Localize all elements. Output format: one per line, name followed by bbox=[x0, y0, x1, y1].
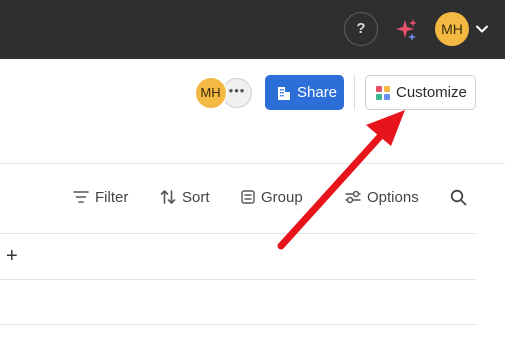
toolbar-divider bbox=[0, 233, 476, 234]
sparkle-icon[interactable] bbox=[394, 17, 420, 43]
collaborator-avatar[interactable]: MH bbox=[194, 76, 227, 109]
building-icon bbox=[278, 86, 290, 100]
collaborator-initials: MH bbox=[200, 84, 221, 100]
sort-label: Sort bbox=[182, 188, 210, 206]
user-avatar[interactable]: MH bbox=[435, 12, 469, 46]
options-label: Options bbox=[367, 188, 419, 206]
share-label: Share bbox=[297, 84, 338, 101]
group-button[interactable]: Group bbox=[241, 186, 303, 208]
group-icon bbox=[241, 190, 255, 204]
group-label: Group bbox=[261, 188, 303, 206]
share-button[interactable]: Share bbox=[265, 75, 344, 110]
add-row-button[interactable]: + bbox=[6, 246, 22, 266]
filter-label: Filter bbox=[95, 188, 129, 206]
user-initials: MH bbox=[441, 21, 463, 37]
sort-icon bbox=[160, 190, 176, 204]
search-icon[interactable] bbox=[450, 189, 467, 206]
question-icon: ? bbox=[356, 20, 366, 37]
more-collaborators-button[interactable]: ••• bbox=[222, 78, 252, 108]
chevron-down-icon[interactable] bbox=[475, 22, 489, 36]
table-row-divider bbox=[0, 279, 476, 280]
section-divider bbox=[0, 163, 505, 164]
plus-icon: + bbox=[6, 245, 18, 267]
sort-button[interactable]: Sort bbox=[160, 186, 210, 208]
help-button[interactable]: ? bbox=[344, 12, 378, 46]
header-divider bbox=[354, 75, 355, 110]
grid-icon bbox=[376, 85, 390, 100]
top-navigation-bar: ? MH bbox=[0, 0, 505, 59]
filter-button[interactable]: Filter bbox=[73, 186, 128, 208]
filter-icon bbox=[73, 191, 89, 203]
more-icon: ••• bbox=[228, 83, 246, 98]
customize-button[interactable]: Customize bbox=[365, 75, 476, 110]
customize-label: Customize bbox=[396, 84, 467, 101]
options-icon bbox=[345, 190, 361, 204]
app-window: ? MH ••• MH Share Customize Filter Sort … bbox=[0, 0, 505, 348]
options-button[interactable]: Options bbox=[345, 186, 419, 208]
table-row-divider bbox=[0, 324, 476, 325]
